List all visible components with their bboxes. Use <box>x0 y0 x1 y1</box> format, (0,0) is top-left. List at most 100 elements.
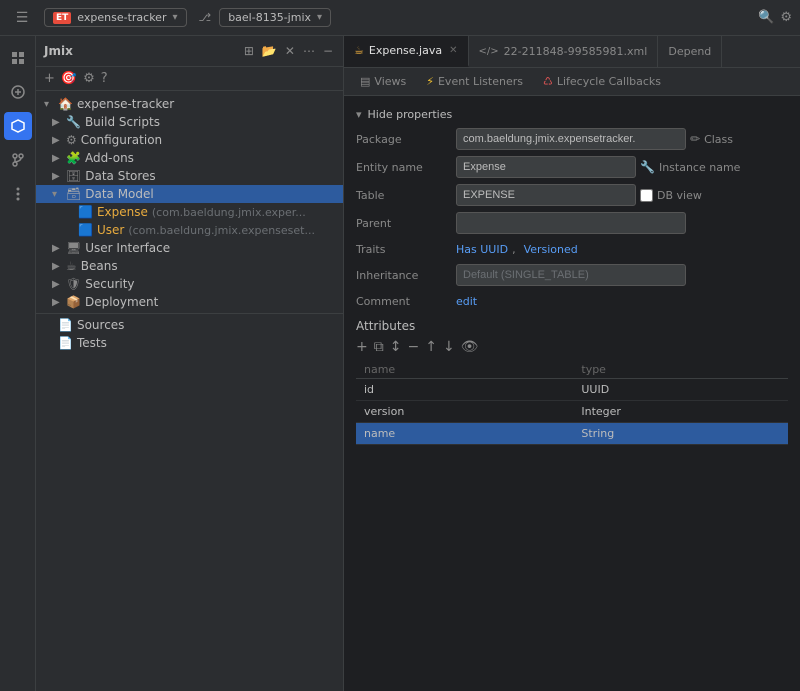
sidebar-icon-jmix[interactable] <box>4 112 32 140</box>
item-icon: 🟦 <box>78 223 93 237</box>
settings-icon[interactable]: ⚙ <box>780 10 792 25</box>
prop-label-traits: Traits <box>356 243 456 256</box>
panel-title: Jmix <box>44 44 73 58</box>
tree-settings-btn[interactable]: ⚙ <box>83 71 95 86</box>
project-dropdown-icon[interactable]: ▾ <box>172 12 177 23</box>
section-hide-properties[interactable]: ▾ Hide properties <box>344 104 800 125</box>
entity-name-suffix: Instance name <box>659 161 740 174</box>
attributes-table: name type id UUID version Integer <box>356 361 788 445</box>
designer-tab-views[interactable]: ▤ Views <box>352 72 414 91</box>
attr-name-id: id <box>356 379 573 401</box>
branch-title[interactable]: bael-8135-jmix ▾ <box>219 8 331 27</box>
tab-close-expense-java[interactable]: ✕ <box>449 45 457 56</box>
tree-item-addons[interactable]: ▶ 🧩 Add-ons <box>36 149 343 167</box>
window-controls: 🔍 ⚙ <box>758 10 792 25</box>
table-row[interactable]: version Integer <box>356 401 788 423</box>
tree-item-configuration[interactable]: ▶ ⚙ Configuration <box>36 131 343 149</box>
prop-value-entity-name: 🔧 Instance name <box>456 156 788 178</box>
tree-item-user-interface[interactable]: ▶ 🖥 User Interface <box>36 239 343 257</box>
tree-item-build-scripts[interactable]: ▶ 🔧 Build Scripts <box>36 113 343 131</box>
close-btn[interactable]: ✕ <box>283 42 297 60</box>
tree-label-tests: Tests <box>77 336 107 350</box>
attr-type-version: Integer <box>573 401 788 423</box>
minimize-btn[interactable]: − <box>321 42 335 60</box>
arrow-icon: ▾ <box>52 189 62 200</box>
designer-tab-event-listeners[interactable]: ⚡ Event Listeners <box>418 72 531 91</box>
tree-label-user-interface: User Interface <box>85 241 170 255</box>
panel-actions: ⊞ 📂 ✕ ⋯ − <box>242 42 335 60</box>
tree-item-tests[interactable]: ▶ 📄 Tests <box>36 334 343 352</box>
traits-versioned-link[interactable]: Versioned <box>524 243 578 256</box>
more-btn[interactable]: ⋯ <box>301 42 317 60</box>
tree-item-sources[interactable]: ▶ 📄 Sources <box>36 316 343 334</box>
attr-copy-btn[interactable]: ⧉ <box>374 339 384 355</box>
arrow-icon: ▶ <box>52 135 62 146</box>
table-row[interactable]: name String <box>356 423 788 445</box>
tree-item-expense[interactable]: ▶ 🟦 Expense (com.baeldung.jmix.exper... <box>36 203 343 221</box>
folder-btn[interactable]: 📂 <box>260 42 279 60</box>
project-title[interactable]: ET expense-tracker ▾ <box>44 8 187 27</box>
sidebar-icon-add[interactable] <box>4 78 32 106</box>
tree-content: ▾ 🏠 expense-tracker ▶ 🔧 Build Scripts ▶ … <box>36 91 343 691</box>
traits-has-uuid-link[interactable]: Has UUID <box>456 243 508 256</box>
tree-item-data-model[interactable]: ▾ 🗃 Data Model <box>36 185 343 203</box>
tree-item-user[interactable]: ▶ 🟦 User (com.baeldung.jmix.expenseset..… <box>36 221 343 239</box>
prop-row-inheritance: Inheritance <box>344 261 800 289</box>
item-icon: ⚙ <box>66 133 77 147</box>
inheritance-input[interactable] <box>456 264 686 286</box>
tree-item-deployment[interactable]: ▶ 📦 Deployment <box>36 293 343 311</box>
entity-name-icon[interactable]: 🔧 <box>640 160 655 174</box>
prop-row-comment: Comment edit <box>344 289 800 313</box>
comment-edit-link[interactable]: edit <box>456 295 477 308</box>
sidebar-icon-vcs[interactable] <box>4 146 32 174</box>
expand-btn[interactable]: ⊞ <box>242 42 256 60</box>
prop-row-traits: Traits Has UUID , Versioned <box>344 237 800 261</box>
item-icon: 🗄 <box>66 169 81 183</box>
main-layout: Jmix ⊞ 📂 ✕ ⋯ − + 🎯 ⚙ ? ▾ 🏠 expense-track… <box>0 36 800 691</box>
attr-up-btn[interactable]: ↑ <box>425 339 437 355</box>
app-menu-icon[interactable]: ☰ <box>8 4 36 32</box>
db-view-checkbox[interactable] <box>640 189 653 202</box>
attr-move-btn[interactable]: ↕ <box>390 339 402 355</box>
tree-item-data-stores[interactable]: ▶ 🗄 Data Stores <box>36 167 343 185</box>
tree-locate-btn[interactable]: 🎯 <box>61 71 77 86</box>
item-icon: 📄 <box>58 318 73 332</box>
java-tab-icon: ☕ <box>354 44 364 57</box>
package-suffix: Class <box>704 133 733 146</box>
attr-down-btn[interactable]: ↓ <box>443 339 455 355</box>
sidebar-icon-more[interactable] <box>4 180 32 208</box>
tree-add-btn[interactable]: + <box>44 71 55 86</box>
tree-label-expense-tracker: expense-tracker <box>77 97 174 111</box>
tree-label-configuration: Configuration <box>81 133 162 147</box>
attr-eye-btn[interactable]: 👁 <box>461 339 479 355</box>
tree-item-beans[interactable]: ▶ ☕ Beans <box>36 257 343 275</box>
title-bar: ☰ ET expense-tracker ▾ ⎇ bael-8135-jmix … <box>0 0 800 36</box>
tree-help-btn[interactable]: ? <box>101 71 108 86</box>
attr-remove-btn[interactable]: − <box>407 339 419 355</box>
table-row[interactable]: id UUID <box>356 379 788 401</box>
package-input[interactable] <box>456 128 686 150</box>
tab-label-expense-java: Expense.java <box>369 44 442 57</box>
entity-name-input[interactable] <box>456 156 636 178</box>
tree-item-security[interactable]: ▶ 🛡 Security <box>36 275 343 293</box>
table-input[interactable] <box>456 184 636 206</box>
designer-tab-lifecycle-callbacks[interactable]: ♺ Lifecycle Callbacks <box>535 72 669 91</box>
tab-depend[interactable]: Depend <box>658 36 722 67</box>
parent-input[interactable] <box>456 212 686 234</box>
tab-expense-java[interactable]: ☕ Expense.java ✕ <box>344 36 469 67</box>
prop-value-traits: Has UUID , Versioned <box>456 243 788 256</box>
sidebar-icon-project[interactable] <box>4 44 32 72</box>
item-icon: 🖥 <box>66 241 81 255</box>
file-tree-panel: Jmix ⊞ 📂 ✕ ⋯ − + 🎯 ⚙ ? ▾ 🏠 expense-track… <box>36 36 344 691</box>
branch-dropdown-icon[interactable]: ▾ <box>317 12 322 23</box>
tab-xml[interactable]: </> 22-211848-99585981.xml <box>469 36 659 67</box>
tree-item-expense-tracker[interactable]: ▾ 🏠 expense-tracker <box>36 95 343 113</box>
tree-label-build-scripts: Build Scripts <box>85 115 160 129</box>
prop-label-table: Table <box>356 189 456 202</box>
prop-value-package: ✏ Class <box>456 128 788 150</box>
project-name: expense-tracker <box>77 11 166 24</box>
search-icon[interactable]: 🔍 <box>758 10 774 25</box>
traits-comma: , <box>512 243 516 256</box>
package-edit-icon[interactable]: ✏ <box>690 132 700 146</box>
attr-add-btn[interactable]: + <box>356 339 368 355</box>
